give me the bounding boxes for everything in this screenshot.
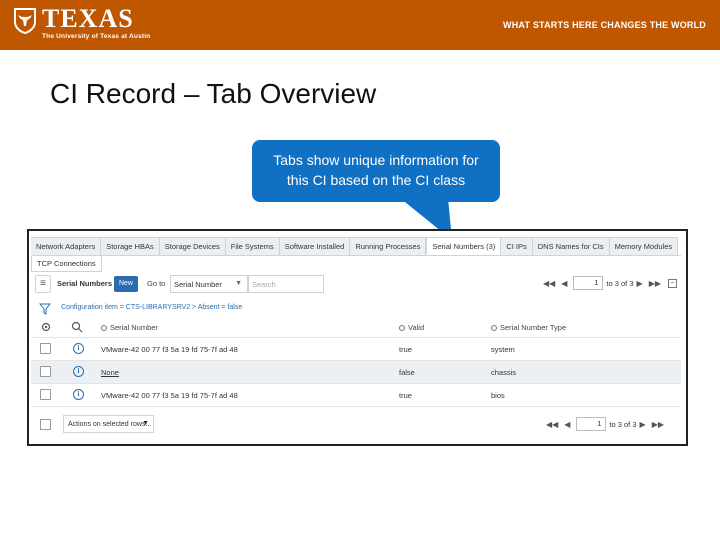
filter-breadcrumb[interactable]: Configuration item = CTS-LIBRARYSRV2 > A… xyxy=(61,304,242,311)
tab-row-2: TCP Connections xyxy=(31,255,681,272)
column-header-serial[interactable]: Serial Number xyxy=(101,323,158,332)
cell-type: bios xyxy=(491,391,505,400)
page-info: to 3 of 3 xyxy=(609,419,637,429)
list-toolbar: ≡ Serial Numbers New Go to Serial Number… xyxy=(33,275,681,295)
cell-type: chassis xyxy=(491,368,517,377)
longhorn-seal-icon xyxy=(14,8,36,34)
row-checkbox[interactable] xyxy=(40,389,51,400)
callout-box: Tabs show unique information for this CI… xyxy=(252,140,500,202)
serial-numbers-table: Serial Number Valid Serial Number Type i… xyxy=(31,318,681,407)
ut-logo: TEXAS The University of Texas at Austin xyxy=(14,6,150,40)
table-header-row: Serial Number Valid Serial Number Type xyxy=(31,318,681,338)
list-menu-button[interactable]: ≡ xyxy=(35,275,51,293)
ci-record-screenshot: Network Adapters Storage HBAs Storage De… xyxy=(27,229,688,446)
list-title: Serial Numbers xyxy=(57,279,113,288)
tab-software-installed[interactable]: Software Installed xyxy=(279,237,351,255)
tab-storage-hbas[interactable]: Storage HBAs xyxy=(101,237,160,255)
tab-serial-numbers[interactable]: Serial Numbers (3) xyxy=(426,237,502,255)
select-all-checkbox[interactable] xyxy=(40,419,51,430)
chevron-down-icon: ▼ xyxy=(235,280,242,287)
row-checkbox[interactable] xyxy=(40,366,51,377)
new-button[interactable]: New xyxy=(114,276,138,292)
table-row: i VMware-42 00 77 f3 5a 19 fd 75-7f ad 4… xyxy=(31,384,681,407)
sort-icon xyxy=(101,325,107,331)
tab-network-adapters[interactable]: Network Adapters xyxy=(31,237,102,255)
logo-wordmark: TEXAS xyxy=(42,4,134,33)
table-row: i None false chassis xyxy=(31,361,681,384)
tab-storage-devices[interactable]: Storage Devices xyxy=(159,237,226,255)
search-icon[interactable] xyxy=(71,321,83,333)
page-info: to 3 of 3 xyxy=(606,278,634,288)
actions-select-value: Actions on selected rows... xyxy=(68,421,152,428)
info-icon[interactable]: i xyxy=(73,389,84,400)
tab-tcp-connections[interactable]: TCP Connections xyxy=(31,256,102,272)
next-page-icon[interactable]: ▶ xyxy=(637,279,643,288)
header-banner: TEXAS The University of Texas at Austin … xyxy=(0,0,720,50)
goto-field-select[interactable]: Serial Number ▼ xyxy=(170,275,248,293)
cell-serial: VMware-42 00 77 f3 5a 19 fd 75-7f ad 48 xyxy=(101,391,238,400)
related-list-tabs: Network Adapters Storage HBAs Storage De… xyxy=(31,237,679,255)
page-number-input[interactable]: 1 xyxy=(573,276,604,290)
sort-icon xyxy=(491,325,497,331)
cell-valid: false xyxy=(399,368,415,377)
gear-icon[interactable] xyxy=(40,321,52,333)
cell-serial: VMware-42 00 77 f3 5a 19 fd 75-7f ad 48 xyxy=(101,345,238,354)
banner-tagline: WHAT STARTS HERE CHANGES THE WORLD xyxy=(503,20,706,30)
logo-subtitle: The University of Texas at Austin xyxy=(42,33,151,40)
prev-page-icon[interactable]: ◀ xyxy=(564,420,570,429)
tab-dns-names[interactable]: DNS Names for CIs xyxy=(532,237,610,255)
tab-file-systems[interactable]: File Systems xyxy=(225,237,280,255)
last-page-icon[interactable]: ▶▶ xyxy=(652,420,664,429)
filter-icon[interactable] xyxy=(39,303,51,315)
first-page-icon[interactable]: ◀◀ xyxy=(543,279,555,288)
search-input[interactable]: Search xyxy=(248,275,324,293)
info-icon[interactable]: i xyxy=(73,366,84,377)
first-page-icon[interactable]: ◀◀ xyxy=(546,420,558,429)
chevron-down-icon: ▼ xyxy=(142,420,149,427)
cell-valid: true xyxy=(399,345,412,354)
row-checkbox[interactable] xyxy=(40,343,51,354)
callout-line-2: this CI based on the CI class xyxy=(286,172,466,188)
last-page-icon[interactable]: ▶▶ xyxy=(649,279,661,288)
collapse-icon[interactable]: – xyxy=(668,278,677,288)
cell-valid: true xyxy=(399,391,412,400)
pager-bottom: ◀◀ ◀ 1 to 3 of 3 ▶ ▶▶ xyxy=(543,417,667,431)
goto-label: Go to xyxy=(147,279,166,288)
next-page-icon[interactable]: ▶ xyxy=(640,420,646,429)
page-number-input[interactable]: 1 xyxy=(576,417,607,431)
column-header-type[interactable]: Serial Number Type xyxy=(491,323,566,332)
cell-serial-link[interactable]: None xyxy=(101,368,119,377)
tab-ci-ips[interactable]: CI IPs xyxy=(501,237,533,255)
info-icon[interactable]: i xyxy=(73,343,84,354)
callout-line-1: Tabs show unique information for xyxy=(273,152,479,168)
tab-running-processes[interactable]: Running Processes xyxy=(350,237,427,255)
slide-title: CI Record – Tab Overview xyxy=(50,78,377,109)
sort-icon xyxy=(399,325,405,331)
list-footer: Actions on selected rows... ▼ ◀◀ ◀ 1 to … xyxy=(35,415,681,435)
goto-field-value: Serial Number xyxy=(174,280,222,289)
pager-top: ◀◀ ◀ 1 to 3 of 3 ▶ ▶▶ – xyxy=(540,276,677,290)
cell-type: system xyxy=(491,345,515,354)
column-header-valid[interactable]: Valid xyxy=(399,323,424,332)
table-row: i VMware-42 00 77 f3 5a 19 fd 75-7f ad 4… xyxy=(31,338,681,361)
prev-page-icon[interactable]: ◀ xyxy=(561,279,567,288)
actions-select[interactable]: Actions on selected rows... ▼ xyxy=(63,415,154,433)
tab-memory-modules[interactable]: Memory Modules xyxy=(609,237,679,255)
